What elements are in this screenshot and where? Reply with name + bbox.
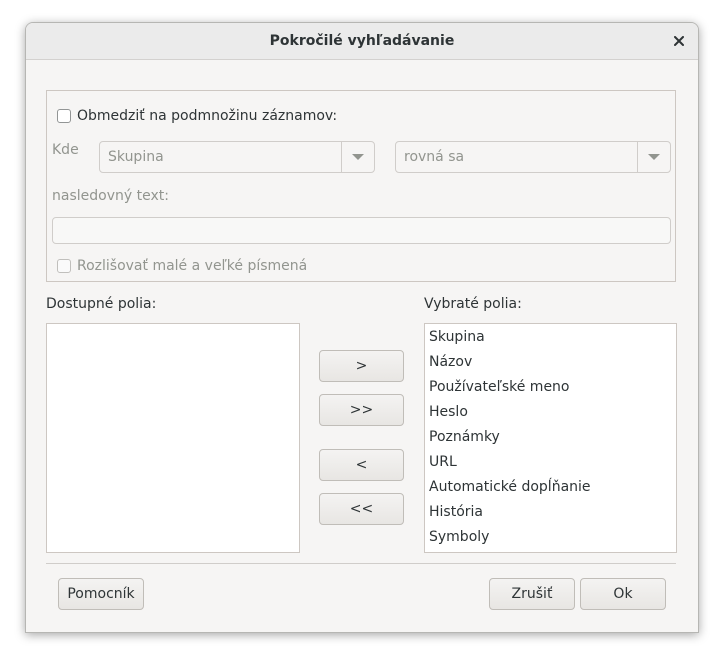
footer-divider xyxy=(46,563,676,564)
remove-all-button[interactable]: << xyxy=(319,493,404,525)
case-checkbox[interactable] xyxy=(57,259,71,273)
list-item[interactable]: URL xyxy=(429,454,457,470)
list-item[interactable]: História xyxy=(429,504,483,520)
close-button[interactable] xyxy=(670,32,688,50)
list-item[interactable]: Heslo xyxy=(429,404,468,420)
field-combo[interactable]: Skupina xyxy=(99,141,375,173)
available-fields-list[interactable] xyxy=(46,323,300,553)
selected-fields-label: Vybraté polia: xyxy=(424,296,522,312)
close-icon xyxy=(674,36,684,46)
field-combo-value: Skupina xyxy=(108,149,164,165)
titlebar: Pokročilé vyhľadávanie xyxy=(26,23,698,60)
list-item[interactable]: Skupina xyxy=(429,329,485,345)
cancel-button[interactable]: Zrušiť xyxy=(489,578,575,610)
condition-combo-value: rovná sa xyxy=(404,149,465,165)
search-text-input[interactable] xyxy=(52,217,671,244)
list-item[interactable]: Používateľské meno xyxy=(429,379,570,395)
remove-button[interactable]: < xyxy=(319,449,404,481)
available-fields-label: Dostupné polia: xyxy=(46,296,157,312)
help-button[interactable]: Pomocník xyxy=(58,578,144,610)
selected-fields-list[interactable]: Skupina Názov Používateľské meno Heslo P… xyxy=(424,323,677,553)
combo-separator xyxy=(637,142,638,172)
combo-separator xyxy=(341,142,342,172)
dialog-title: Pokročilé vyhľadávanie xyxy=(269,33,455,49)
list-item[interactable]: Automatické dopĺňanie xyxy=(429,479,591,495)
add-all-button[interactable]: >> xyxy=(319,394,404,426)
where-label: Kde xyxy=(52,142,79,158)
text-label: nasledovný text: xyxy=(52,188,169,204)
chevron-down-icon xyxy=(648,154,660,160)
list-item[interactable]: Poznámky xyxy=(429,429,500,445)
add-button[interactable]: > xyxy=(319,350,404,382)
advanced-search-dialog: Pokročilé vyhľadávanie Obmedziť na podmn… xyxy=(25,22,699,633)
list-item[interactable]: Symboly xyxy=(429,529,489,545)
restrict-checkbox[interactable] xyxy=(57,109,71,123)
ok-button[interactable]: Ok xyxy=(580,578,666,610)
list-item[interactable]: Názov xyxy=(429,354,472,370)
chevron-down-icon xyxy=(352,154,364,160)
case-label[interactable]: Rozlišovať malé a veľké písmená xyxy=(77,258,307,274)
condition-combo[interactable]: rovná sa xyxy=(395,141,671,173)
restrict-label[interactable]: Obmedziť na podmnožinu záznamov: xyxy=(77,108,337,124)
